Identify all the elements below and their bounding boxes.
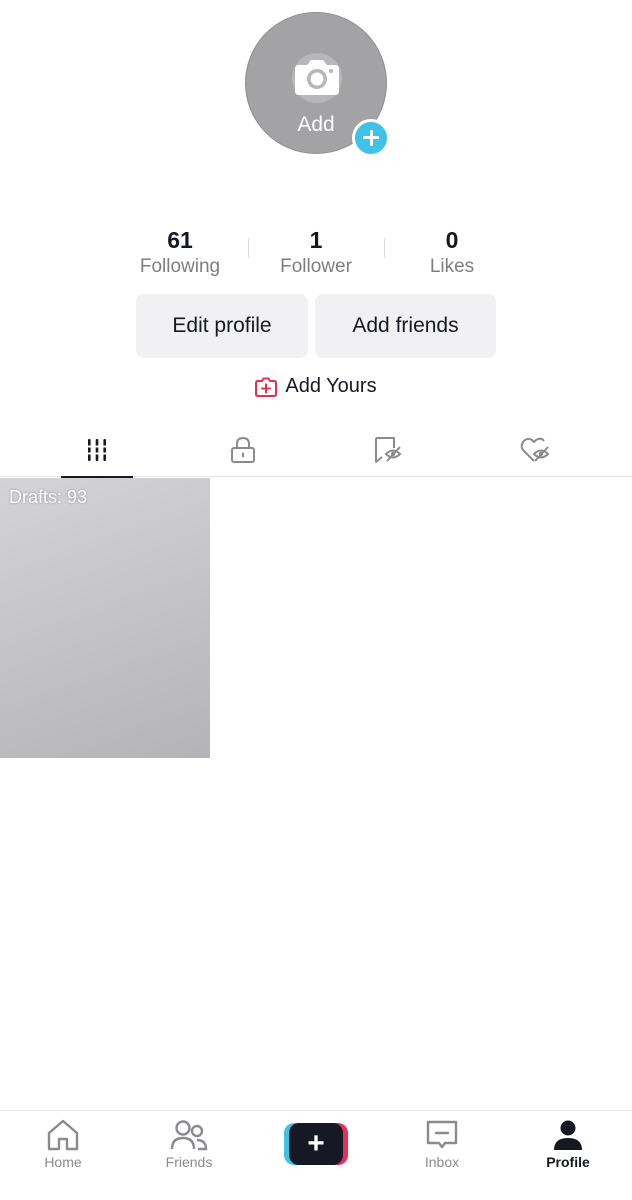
tab-private[interactable]: [207, 423, 279, 477]
nav-friends[interactable]: Friends: [139, 1119, 239, 1170]
stat-label: Likes: [429, 256, 475, 277]
profile-stats: 61 Following 1 Follower 0 Likes: [112, 226, 520, 279]
stat-value: 0: [445, 227, 459, 253]
stat-following[interactable]: 61 Following: [112, 226, 248, 279]
add-yours-link[interactable]: Add Yours: [0, 375, 632, 398]
tab-liked[interactable]: [500, 423, 572, 477]
stat-value: 1: [309, 227, 323, 253]
add-avatar-plus-icon[interactable]: [352, 119, 390, 157]
drafts-thumbnail[interactable]: Drafts: 93: [0, 478, 210, 758]
bottom-navigation: Home Friends + Inbox Profile: [0, 1110, 632, 1200]
lock-icon: [231, 436, 255, 463]
hidden-bookmark-icon: [375, 437, 402, 463]
profile-icon: [554, 1120, 582, 1150]
inbox-icon: [426, 1120, 458, 1149]
add-yours-label: Add Yours: [285, 375, 377, 397]
profile-content-tabs: [0, 423, 632, 478]
stat-label: Following: [139, 256, 221, 277]
stat-value: 61: [167, 227, 193, 253]
stat-likes[interactable]: 0 Likes: [384, 226, 520, 279]
avatar-section[interactable]: Add: [245, 12, 390, 157]
nav-home[interactable]: Home: [13, 1119, 113, 1170]
add-friends-button[interactable]: Add friends: [315, 294, 496, 358]
nav-label: Home: [44, 1154, 82, 1170]
add-yours-icon: [255, 377, 278, 397]
stat-followers[interactable]: 1 Follower: [248, 226, 384, 279]
home-icon: [47, 1119, 79, 1151]
drafts-count-label: Drafts: 93: [9, 487, 88, 507]
edit-profile-button[interactable]: Edit profile: [136, 294, 308, 358]
create-plus-icon: +: [289, 1123, 343, 1165]
tab-videos[interactable]: [61, 423, 133, 478]
nav-label: Friends: [165, 1154, 213, 1170]
create-button[interactable]: +: [284, 1123, 348, 1165]
stat-label: Follower: [280, 256, 352, 277]
tab-favorites[interactable]: [353, 423, 425, 477]
nav-inbox[interactable]: Inbox: [392, 1119, 492, 1170]
nav-profile[interactable]: Profile: [518, 1119, 618, 1170]
nav-label: Inbox: [424, 1154, 460, 1170]
friends-icon: [170, 1120, 208, 1151]
drafts-thumbnail-placeholder: [0, 478, 210, 758]
camera-icon: [295, 60, 339, 95]
hidden-heart-icon: [520, 437, 550, 462]
grid-icon: [85, 439, 109, 461]
nav-label: Profile: [546, 1154, 590, 1170]
